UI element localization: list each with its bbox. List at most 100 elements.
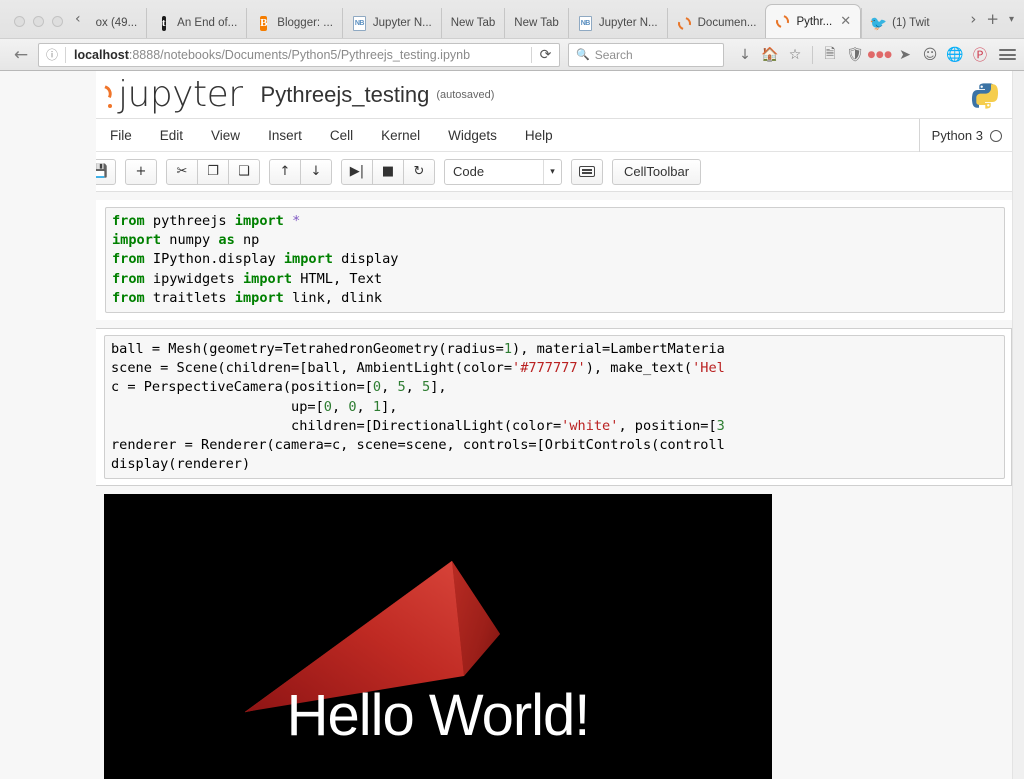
search-bar[interactable]: 🔍 Search [568, 43, 724, 67]
tab-title: Blogger: ... [277, 17, 333, 29]
tab-title: Documen... [698, 17, 757, 29]
browser-tab[interactable]: New Tab [441, 8, 505, 38]
address-bar[interactable]: ⓘ localhost:8888/notebooks/Documents/Pyt… [38, 43, 560, 67]
back-button[interactable]: ← [8, 42, 34, 68]
more-dots-icon[interactable]: ●●● [869, 43, 891, 67]
restart-kernel-button[interactable]: ↻ [403, 159, 435, 185]
code-editor[interactable]: ball = Mesh(geometry=TetrahedronGeometry… [104, 335, 1005, 479]
code-line: display(renderer) [111, 455, 998, 474]
menu-widgets[interactable]: Widgets [434, 119, 511, 152]
site-info-icon[interactable]: ⓘ [39, 46, 65, 63]
menu-bar: File Edit View Insert Cell Kernel Widget… [0, 119, 1024, 152]
jupyter-wordmark: jupyter [118, 74, 243, 115]
browser-tab-active[interactable]: Pythr... ✕ [765, 4, 861, 38]
browser-tab[interactable]: t An End of... [146, 8, 246, 38]
close-window-button[interactable] [14, 16, 25, 27]
tab-title: An End of... [177, 17, 237, 29]
url-path: :8888/notebooks/Documents/Python5/Pythre… [129, 48, 470, 62]
cell-prompt: In [4]: [12, 335, 104, 479]
tab-strip: ‹ ox (49... t An End of... B Blogger: ..… [0, 0, 1024, 38]
toolbar-group-save: 💾 [84, 159, 116, 185]
menu-help[interactable]: Help [511, 119, 567, 152]
save-button[interactable]: 💾 [84, 159, 116, 185]
kernel-busy-icon[interactable] [990, 130, 1002, 142]
notebook-body: In [2]: from pythreejs import * import n… [0, 192, 1024, 714]
jupyter-mark-icon [88, 82, 114, 108]
browser-tab[interactable]: ox (49... [87, 8, 147, 38]
list-all-tabs-button[interactable]: ▾ [1005, 15, 1018, 25]
navigation-toolbar: ← ⓘ localhost:8888/notebooks/Documents/P… [0, 38, 1024, 70]
maximize-window-button[interactable] [52, 16, 63, 27]
menu-kernel[interactable]: Kernel [367, 119, 434, 152]
browser-tab[interactable]: NB Jupyter N... [568, 8, 667, 38]
send-tab-icon[interactable]: ➤ [894, 43, 916, 67]
menu-file[interactable]: File [96, 119, 146, 152]
keyboard-icon[interactable] [571, 159, 603, 185]
cell-type-select[interactable]: Code ▾ [444, 159, 562, 185]
search-icon: 🔍 [576, 48, 590, 61]
close-tab-icon[interactable]: ✕ [840, 15, 851, 28]
cut-cell-button[interactable]: ✂ [166, 159, 198, 185]
clear-output-button[interactable]: ✕ [12, 494, 104, 520]
jupyter-icon [677, 16, 692, 31]
code-line: from ipywidgets import HTML, Text [112, 270, 998, 289]
search-placeholder: Search [595, 48, 633, 62]
smiley-icon[interactable]: ☺ [919, 43, 941, 67]
browser-tab[interactable]: 🐦 (1) Twit [861, 8, 939, 38]
browser-tab[interactable]: B Blogger: ... [246, 8, 342, 38]
hamburger-bar [999, 49, 1016, 51]
scroll-tabs-right-button[interactable]: › [966, 12, 980, 27]
minimize-window-button[interactable] [33, 16, 44, 27]
tab-title: Jupyter N... [373, 17, 432, 29]
run-cell-button[interactable]: ▶| [341, 159, 373, 185]
tab-list: ox (49... t An End of... B Blogger: ... … [87, 0, 965, 38]
icon-divider [812, 46, 813, 64]
pinterest-icon[interactable]: Ⓟ [969, 43, 991, 67]
tab-title: (1) Twit [892, 17, 930, 29]
code-cell[interactable]: In [2]: from pythreejs import * import n… [12, 200, 1012, 320]
code-line: children=[DirectionalLight(color='white'… [111, 417, 998, 436]
code-line: c = PerspectiveCamera(position=[0, 5, 5]… [111, 378, 998, 397]
code-cell-selected[interactable]: In [4]: ball = Mesh(geometry=Tetrahedron… [12, 328, 1012, 486]
reload-icon[interactable]: ⟳ [531, 47, 559, 63]
celltoolbar-button[interactable]: CellToolbar [612, 159, 701, 185]
tab-title: New Tab [451, 17, 496, 29]
webgl-renderer-canvas[interactable]: Hello World! [104, 494, 772, 779]
url-host: localhost [74, 48, 129, 62]
toolbar-group-move: ↑ ↓ [269, 159, 332, 185]
window-controls[interactable] [4, 16, 73, 38]
move-cell-up-button[interactable]: ↑ [269, 159, 301, 185]
code-editor[interactable]: from pythreejs import * import numpy as … [105, 207, 1005, 313]
scroll-tabs-left-button[interactable]: ‹ [73, 12, 87, 38]
toolbar-group-keyboard [571, 159, 603, 185]
browser-tab[interactable]: Documen... [667, 8, 766, 38]
bookmark-star-icon[interactable]: ☆ [784, 43, 806, 67]
paste-cell-button[interactable]: ❑ [228, 159, 260, 185]
pocket-icon[interactable]: 🛡 [844, 43, 866, 67]
cell-type-value: Code [453, 164, 484, 179]
tabstrip-controls: › + ▾ [964, 12, 1024, 38]
browser-tab[interactable]: New Tab [504, 8, 568, 38]
interrupt-kernel-button[interactable]: ■ [372, 159, 404, 185]
hamburger-bar [999, 54, 1016, 56]
menu-insert[interactable]: Insert [254, 119, 316, 152]
reading-list-icon[interactable]: 🗎 [819, 43, 841, 67]
downloads-icon[interactable]: ↓ [734, 43, 756, 67]
menu-cell[interactable]: Cell [316, 119, 367, 152]
browser-tab[interactable]: NB Jupyter N... [342, 8, 441, 38]
notebook-header: jupyter Pythreejs_testing (autosaved) [0, 71, 1024, 119]
copy-cell-button[interactable]: ❐ [197, 159, 229, 185]
home-icon[interactable]: 🏠 [759, 43, 781, 67]
insert-cell-below-button[interactable]: + [125, 159, 157, 185]
tab-title: Pythr... [796, 16, 832, 28]
new-tab-button[interactable]: + [982, 12, 1003, 27]
hamburger-menu[interactable] [999, 47, 1016, 63]
chevron-down-icon[interactable]: ▾ [543, 160, 561, 184]
globe-icon[interactable]: 🌐 [944, 43, 966, 67]
cell-prompt: In [2]: [13, 207, 105, 313]
move-cell-down-button[interactable]: ↓ [300, 159, 332, 185]
notebook-title[interactable]: Pythreejs_testing [261, 82, 430, 108]
jupyter-logo[interactable]: jupyter [88, 74, 243, 115]
menu-edit[interactable]: Edit [146, 119, 197, 152]
menu-view[interactable]: View [197, 119, 254, 152]
